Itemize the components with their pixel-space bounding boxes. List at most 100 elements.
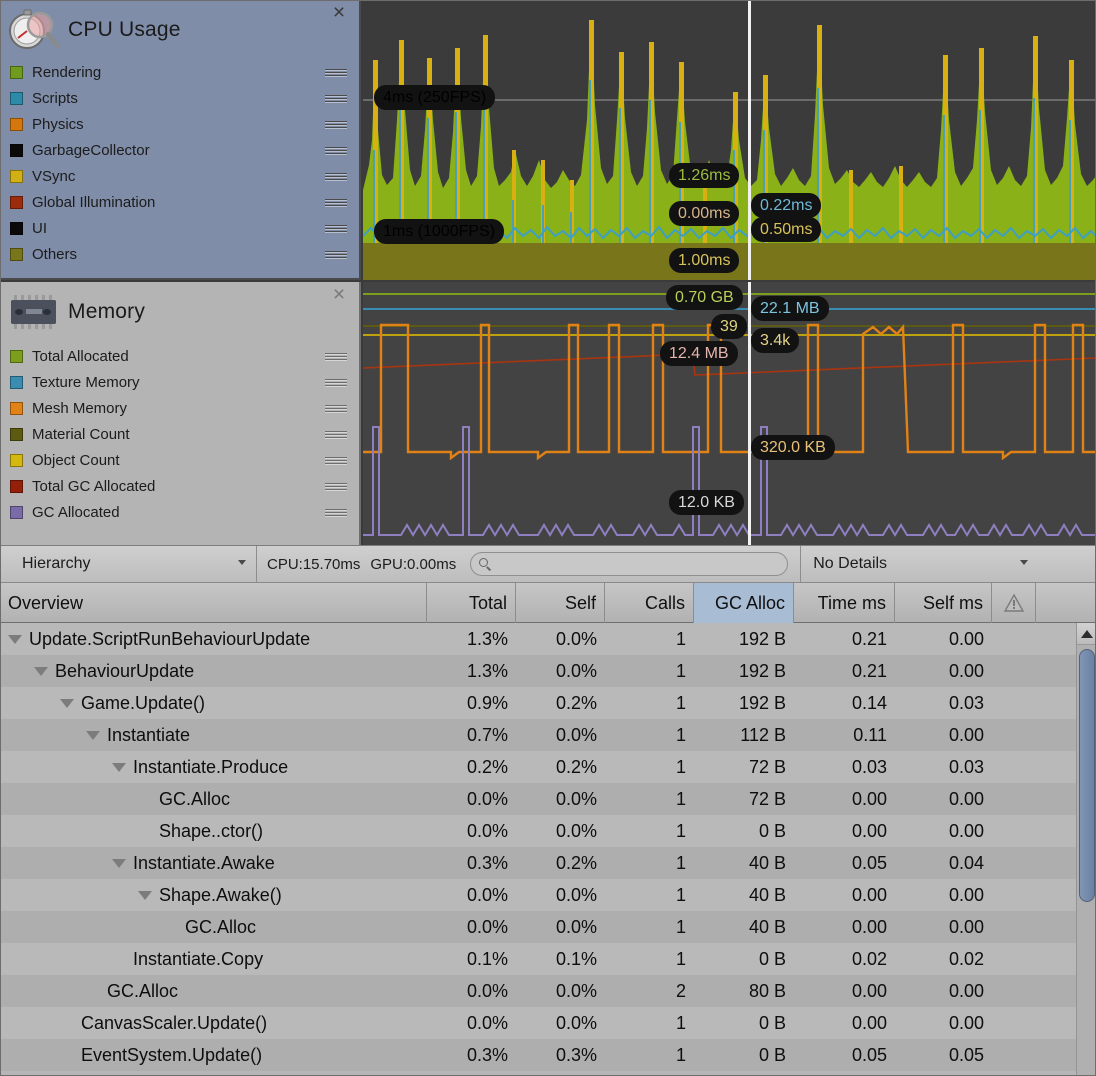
table-row[interactable]: GC.Alloc 0.0% 0.0% 2 80 B 0.00 0.00 bbox=[0, 975, 1076, 1007]
cpu-legend-item[interactable]: Others bbox=[0, 242, 359, 268]
reorder-handle-icon[interactable] bbox=[325, 199, 347, 208]
memory-legend-item[interactable]: Mesh Memory bbox=[0, 396, 359, 422]
reorder-handle-icon[interactable] bbox=[325, 147, 347, 156]
table-row[interactable]: Instantiate.Awake 0.3% 0.2% 1 40 B 0.05 0.04 bbox=[0, 847, 1076, 879]
expand-arrow-icon[interactable] bbox=[112, 762, 126, 772]
reorder-handle-icon[interactable] bbox=[325, 69, 347, 78]
memory-legend-item[interactable]: Texture Memory bbox=[0, 370, 359, 396]
row-value-label: 1 bbox=[675, 884, 686, 905]
reorder-handle-icon[interactable] bbox=[325, 353, 347, 362]
table-row[interactable]: CanvasScaler.Update() 0.0% 0.0% 1 0 B 0.00 0.0… bbox=[0, 1007, 1076, 1039]
reorder-handle-icon[interactable] bbox=[325, 405, 347, 414]
row-value-label: 0.02 bbox=[851, 948, 887, 969]
table-row[interactable]: BehaviourUpdate 1.3% 0.0% 1 192 B 0.21 0.00 bbox=[0, 655, 1076, 687]
legend-color-swatch[interactable] bbox=[10, 401, 23, 415]
cpu-legend-item[interactable]: Physics bbox=[0, 112, 359, 138]
column-header-timems[interactable]: Time ms bbox=[794, 583, 895, 623]
reorder-handle-icon[interactable] bbox=[325, 379, 347, 388]
reorder-handle-icon[interactable] bbox=[325, 431, 347, 440]
legend-color-swatch[interactable] bbox=[10, 349, 23, 363]
table-row[interactable]: GC.Alloc 0.0% 0.0% 1 72 B 0.00 0.00 bbox=[0, 783, 1076, 815]
cell-name: CanvasScaler.Update() bbox=[0, 1007, 427, 1039]
row-value-label: 0.00 bbox=[851, 1012, 887, 1033]
table-row[interactable]: EventSystem.Update() 0.3% 0.3% 1 0 B 0.05 0.05 bbox=[0, 1039, 1076, 1071]
legend-color-swatch[interactable] bbox=[10, 221, 23, 235]
legend-color-swatch[interactable] bbox=[10, 479, 23, 493]
table-row[interactable]: Instantiate.Copy 0.1% 0.1% 1 0 B 0.02 0.02 bbox=[0, 943, 1076, 975]
column-header-name[interactable]: Overview bbox=[0, 583, 427, 623]
cell-calls: 2 bbox=[605, 975, 694, 1007]
table-row[interactable]: GC.Alloc 0.0% 0.0% 1 40 B 0.00 0.00 bbox=[0, 911, 1076, 943]
column-header-total[interactable]: Total bbox=[427, 583, 516, 623]
cpu-legend-item[interactable]: Global Illumination bbox=[0, 190, 359, 216]
row-value-label: 1 bbox=[675, 756, 686, 777]
view-mode-dropdown[interactable]: Hierarchy bbox=[2, 546, 257, 582]
memory-legend-item[interactable]: GC Allocated bbox=[0, 500, 359, 526]
cpu-value-scripts: 0.22ms bbox=[751, 193, 822, 218]
cell-gcalloc: 0 B bbox=[694, 1007, 794, 1039]
memory-chart[interactable]: 0.70 GB 39 12.4 MB 12.0 KB 22.1 MB 3.4k … bbox=[363, 282, 1096, 545]
expand-arrow-icon[interactable] bbox=[34, 666, 48, 676]
close-icon[interactable]: × bbox=[329, 2, 349, 23]
memory-legend-item[interactable]: Total GC Allocated bbox=[0, 474, 359, 500]
memory-legend-item[interactable]: Object Count bbox=[0, 448, 359, 474]
legend-color-swatch[interactable] bbox=[10, 427, 23, 441]
expand-arrow-icon[interactable] bbox=[8, 634, 22, 644]
table-row[interactable]: Shape..ctor() 0.0% 0.0% 1 0 B 0.00 0.00 bbox=[0, 815, 1076, 847]
reorder-handle-icon[interactable] bbox=[325, 509, 347, 518]
legend-color-swatch[interactable] bbox=[10, 375, 23, 389]
cpu-legend-item[interactable]: Scripts bbox=[0, 86, 359, 112]
reorder-handle-icon[interactable] bbox=[325, 251, 347, 260]
legend-color-swatch[interactable] bbox=[10, 117, 23, 131]
expand-arrow-icon[interactable] bbox=[86, 730, 100, 740]
table-row[interactable]: Shape.Awake() 0.0% 0.0% 1 40 B 0.00 0.00 bbox=[0, 879, 1076, 911]
search-input[interactable] bbox=[496, 556, 777, 572]
row-value-label: 192 B bbox=[738, 660, 786, 681]
cell-name: Instantiate bbox=[0, 719, 427, 751]
details-mode-dropdown[interactable]: No Details bbox=[800, 546, 1038, 582]
reorder-handle-icon[interactable] bbox=[325, 483, 347, 492]
column-header-gcalloc[interactable]: GC Alloc bbox=[694, 583, 794, 623]
legend-color-swatch[interactable] bbox=[10, 453, 23, 467]
legend-color-swatch[interactable] bbox=[10, 505, 23, 519]
memory-legend-item[interactable]: Material Count bbox=[0, 422, 359, 448]
reorder-handle-icon[interactable] bbox=[325, 173, 347, 182]
legend-color-swatch[interactable] bbox=[10, 247, 23, 261]
cpu-legend-item[interactable]: UI bbox=[0, 216, 359, 242]
expand-arrow-icon[interactable] bbox=[138, 890, 152, 900]
table-vertical-scrollbar[interactable] bbox=[1076, 623, 1096, 1076]
cpu-legend-item[interactable]: Rendering bbox=[0, 60, 359, 86]
scrollbar-thumb[interactable] bbox=[1079, 649, 1095, 902]
column-header-warn[interactable] bbox=[992, 583, 1036, 623]
column-header-self[interactable]: Self bbox=[516, 583, 605, 623]
cpu-legend-list: Rendering Scripts Physics GarbageCollector V… bbox=[0, 60, 359, 268]
cpu-legend-item[interactable]: GarbageCollector bbox=[0, 138, 359, 164]
column-header-label: GC Alloc bbox=[714, 593, 785, 613]
legend-color-swatch[interactable] bbox=[10, 143, 23, 157]
reorder-handle-icon[interactable] bbox=[325, 225, 347, 234]
reorder-handle-icon[interactable] bbox=[325, 457, 347, 466]
table-row[interactable]: Instantiate.Produce 0.2% 0.2% 1 72 B 0.03 0.03 bbox=[0, 751, 1076, 783]
legend-color-swatch[interactable] bbox=[10, 169, 23, 183]
close-icon[interactable]: × bbox=[329, 284, 349, 305]
expand-arrow-icon[interactable] bbox=[112, 858, 126, 868]
table-row[interactable]: Update.ScriptRunBehaviourUpdate 1.3% 0.0% 1… bbox=[0, 623, 1076, 655]
column-header-calls[interactable]: Calls bbox=[605, 583, 694, 623]
reorder-handle-icon[interactable] bbox=[325, 95, 347, 104]
scroll-up-button[interactable] bbox=[1077, 623, 1096, 645]
cpu-usage-chart[interactable]: 4ms (250FPS) 1ms (1000FPS) 1.26ms 0.00ms… bbox=[363, 0, 1096, 280]
legend-color-swatch[interactable] bbox=[10, 91, 23, 105]
memory-chart-cursor[interactable] bbox=[748, 282, 751, 545]
expand-arrow-icon[interactable] bbox=[60, 698, 74, 708]
memory-legend-item[interactable]: Total Allocated bbox=[0, 344, 359, 370]
reorder-handle-icon[interactable] bbox=[325, 121, 347, 130]
table-row[interactable]: Instantiate 0.7% 0.0% 1 112 B 0.11 0.00 bbox=[0, 719, 1076, 751]
column-header-selfms[interactable]: Self ms bbox=[895, 583, 992, 623]
legend-color-swatch[interactable] bbox=[10, 65, 23, 79]
cpu-legend-item[interactable]: VSync bbox=[0, 164, 359, 190]
cell-timems: 0.21 bbox=[794, 623, 895, 655]
cpu-chart-cursor[interactable] bbox=[748, 0, 751, 280]
search-box[interactable] bbox=[470, 552, 789, 576]
table-row[interactable]: Game.Update() 0.9% 0.2% 1 192 B 0.14 0.03 bbox=[0, 687, 1076, 719]
legend-color-swatch[interactable] bbox=[10, 195, 23, 209]
